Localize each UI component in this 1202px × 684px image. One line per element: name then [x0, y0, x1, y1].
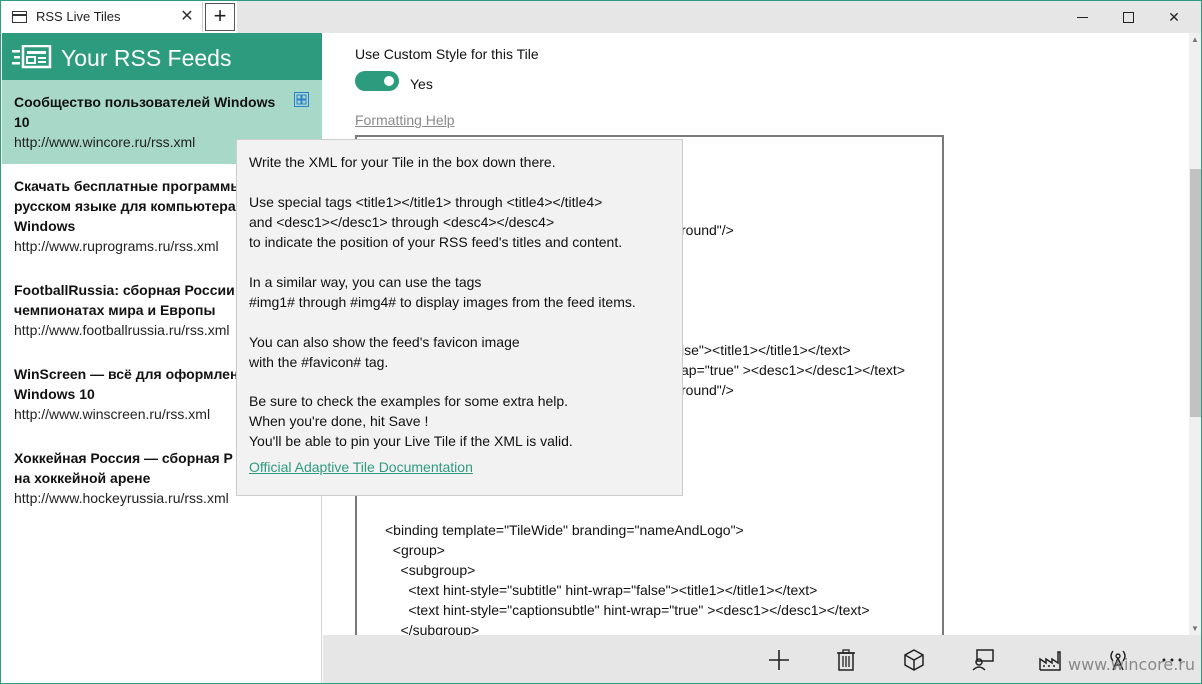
sidebar-title: Your RSS Feeds: [61, 45, 232, 71]
minimize-button[interactable]: [1059, 1, 1105, 33]
tooltip-text: and <desc1></desc1> through <desc4></des…: [249, 214, 555, 230]
tooltip-text: Be sure to check the examples for some e…: [249, 393, 569, 409]
sidebar-header: Your RSS Feeds: [2, 33, 322, 80]
tooltip-text: You can also show the feed's favicon ima…: [249, 334, 520, 350]
app-window: RSS Live Tiles ✕ + ✕ Your RSS Feeds Сооб…: [0, 0, 1202, 684]
tooltip-text: with the #favicon# tag.: [249, 354, 389, 370]
tile-preview-button[interactable]: [901, 647, 927, 673]
tab-close-icon[interactable]: ✕: [178, 8, 196, 26]
tooltip-text: #img1# through #img4# to display images …: [249, 294, 636, 310]
close-window-button[interactable]: ✕: [1151, 1, 1197, 33]
xml-line: round"/>: [681, 382, 734, 398]
factory-button[interactable]: [1037, 647, 1063, 673]
tooltip-text: Write the XML for your Tile in the box d…: [249, 154, 556, 170]
adaptive-tile-docs-link[interactable]: Official Adaptive Tile Documentation: [249, 459, 473, 475]
scroll-down-icon[interactable]: ▼: [1191, 624, 1199, 633]
maximize-icon: [1122, 11, 1134, 23]
custom-style-toggle[interactable]: [355, 71, 399, 91]
feedback-button[interactable]: [970, 647, 996, 673]
title-bar: RSS Live Tiles ✕ + ✕: [1, 1, 1201, 33]
pin-tile-icon[interactable]: [294, 92, 309, 107]
tooltip-text: to indicate the position of your RSS fee…: [249, 234, 623, 250]
watermark: www.wincore.ru: [1068, 655, 1196, 674]
delete-button[interactable]: [833, 647, 859, 673]
xml-line: lse"><title1></title1></text>: [681, 342, 851, 358]
delete-icon: [837, 649, 855, 671]
scroll-up-icon[interactable]: ▲: [1191, 35, 1199, 44]
xml-line: <text hint-style="captionsubtle" hint-wr…: [385, 602, 870, 618]
app-tab[interactable]: RSS Live Tiles ✕: [2, 2, 203, 32]
new-tab-button[interactable]: +: [205, 3, 235, 31]
factory-icon: [1039, 651, 1061, 671]
tab-title: RSS Live Tiles: [36, 9, 121, 24]
add-icon: [769, 650, 789, 670]
toggle-knob: [384, 76, 394, 86]
xml-line: <group>: [385, 542, 445, 558]
tooltip-text: In a similar way, you can use the tags: [249, 274, 482, 290]
scroll-thumb[interactable]: [1190, 169, 1201, 417]
xml-line: <subgroup>: [385, 562, 476, 578]
formatting-help-link[interactable]: Formatting Help: [355, 112, 455, 128]
formatting-help-tooltip: Write the XML for your Tile in the box d…: [236, 139, 683, 496]
xml-line: <text hint-style="subtitle" hint-wrap="f…: [385, 582, 818, 598]
title-bar-drag-area[interactable]: [237, 1, 1201, 33]
tooltip-text: When you're done, hit Save !: [249, 413, 429, 429]
xml-line: ap="true" ><desc1></desc1></text>: [681, 362, 905, 378]
maximize-button[interactable]: [1105, 1, 1151, 33]
tooltip-text: Use special tags <title1></title1> throu…: [249, 194, 603, 210]
feedback-icon: [972, 649, 994, 671]
feed-title: 10: [14, 114, 30, 130]
vertical-scrollbar[interactable]: ▲ ▼: [1189, 33, 1201, 635]
toggle-state-label: Yes: [410, 76, 433, 92]
add-button[interactable]: [766, 647, 792, 673]
minimize-icon: [1076, 16, 1088, 18]
xml-line: <binding template="TileWide" branding="n…: [385, 522, 744, 538]
window-icon: [12, 11, 27, 23]
custom-style-label: Use Custom Style for this Tile: [355, 46, 539, 62]
tile-preview-icon: [904, 649, 924, 671]
xml-line: round"/>: [681, 222, 734, 238]
news-icon: [12, 45, 52, 69]
tooltip-text: You'll be able to pin your Live Tile if …: [249, 433, 573, 449]
feed-title: Сообщество пользователей Windows: [14, 94, 276, 110]
